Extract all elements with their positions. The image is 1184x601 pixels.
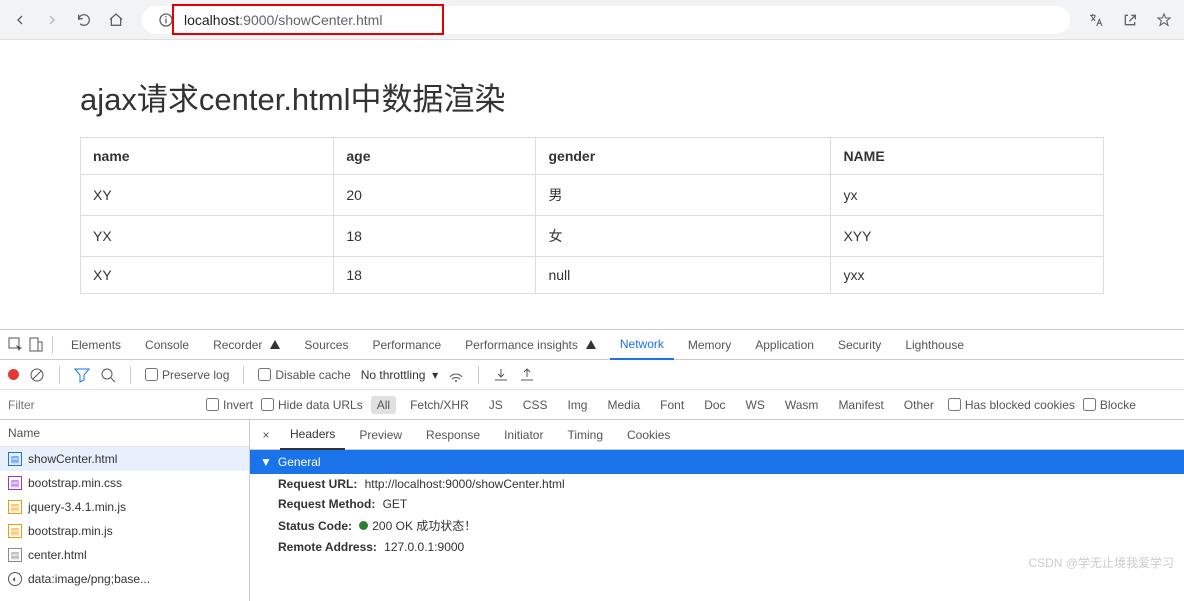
th-name: name — [81, 138, 334, 175]
filter-css[interactable]: CSS — [517, 396, 554, 414]
filter-other[interactable]: Other — [898, 396, 940, 414]
invert-checkbox[interactable]: Invert — [206, 398, 253, 412]
search-icon[interactable] — [100, 367, 116, 383]
detail-tab-timing[interactable]: Timing — [557, 420, 613, 450]
data-table: name age gender NAME XY20男yx YX18女XYY XY… — [80, 137, 1104, 294]
detail-tab-headers[interactable]: Headers — [280, 420, 345, 450]
kv-request-method: Request Method: GET — [250, 494, 1184, 514]
filter-ws[interactable]: WS — [740, 396, 771, 414]
kv-request-url: Request URL: http://localhost:9000/showC… — [250, 474, 1184, 494]
tab-performance[interactable]: Performance — [362, 330, 451, 360]
filter-font[interactable]: Font — [654, 396, 690, 414]
site-info-icon[interactable] — [154, 8, 178, 32]
home-button[interactable] — [104, 8, 128, 32]
address-bar[interactable]: localhost:9000/showCenter.html — [142, 6, 1070, 34]
import-har-icon[interactable] — [493, 367, 509, 383]
tab-recorder[interactable]: Recorder — [203, 330, 290, 360]
tab-perf-insights[interactable]: Performance insights — [455, 330, 606, 360]
request-row[interactable]: ▤bootstrap.min.css — [0, 471, 249, 495]
tab-elements[interactable]: Elements — [61, 330, 131, 360]
filter-img[interactable]: Img — [561, 396, 593, 414]
tab-sources[interactable]: Sources — [294, 330, 358, 360]
request-detail: × Headers Preview Response Initiator Tim… — [250, 420, 1184, 601]
request-row[interactable]: ▤jquery-3.4.1.min.js — [0, 495, 249, 519]
request-row[interactable]: ▤showCenter.html — [0, 447, 249, 471]
filter-input[interactable] — [8, 395, 198, 415]
file-icon: ▤ — [8, 500, 22, 514]
detail-tab-preview[interactable]: Preview — [349, 420, 412, 450]
inspect-icon[interactable] — [8, 337, 24, 353]
detail-tab-response[interactable]: Response — [416, 420, 490, 450]
translate-icon[interactable] — [1084, 8, 1108, 32]
requests-header-name[interactable]: Name — [0, 420, 249, 447]
device-icon[interactable] — [28, 337, 44, 353]
th-NAME: NAME — [831, 138, 1104, 175]
file-icon: ◐ — [8, 572, 22, 586]
bookmark-star-icon[interactable] — [1152, 8, 1176, 32]
filter-doc[interactable]: Doc — [698, 396, 731, 414]
file-icon: ▤ — [8, 452, 22, 466]
table-row: XY18nullyxx — [81, 257, 1104, 294]
url-text: localhost:9000/showCenter.html — [184, 12, 382, 28]
browser-toolbar: localhost:9000/showCenter.html — [0, 0, 1184, 40]
network-conditions-icon[interactable] — [448, 367, 464, 383]
tab-memory[interactable]: Memory — [678, 330, 741, 360]
throttling-select[interactable]: No throttling ▾ — [361, 368, 438, 382]
filter-all[interactable]: All — [371, 396, 396, 414]
blocked-cookies-checkbox[interactable]: Has blocked cookies — [948, 398, 1075, 412]
forward-button[interactable] — [40, 8, 64, 32]
filter-js[interactable]: JS — [483, 396, 509, 414]
preserve-log-checkbox[interactable]: Preserve log — [145, 368, 229, 382]
tab-security[interactable]: Security — [828, 330, 891, 360]
tab-console[interactable]: Console — [135, 330, 199, 360]
reload-button[interactable] — [72, 8, 96, 32]
clear-button[interactable] — [29, 367, 45, 383]
devtools-tabstrip: Elements Console Recorder Sources Perfor… — [0, 330, 1184, 360]
filter-media[interactable]: Media — [601, 396, 646, 414]
export-har-icon[interactable] — [519, 367, 535, 383]
table-row: YX18女XYY — [81, 216, 1104, 257]
file-icon: ▤ — [8, 524, 22, 538]
share-icon[interactable] — [1118, 8, 1142, 32]
back-button[interactable] — [8, 8, 32, 32]
kv-status-code: Status Code: 200 OK 成功状态！ — [250, 514, 1184, 537]
request-row[interactable]: ◐data:image/png;base... — [0, 567, 249, 591]
detail-tab-cookies[interactable]: Cookies — [617, 420, 680, 450]
request-row[interactable]: ▤bootstrap.min.js — [0, 519, 249, 543]
preview-badge-icon — [586, 340, 596, 349]
page-title: ajax请求center.html中数据渲染 — [80, 74, 1104, 119]
th-gender: gender — [536, 138, 831, 175]
filter-fetch[interactable]: Fetch/XHR — [404, 396, 475, 414]
th-age: age — [334, 138, 536, 175]
disable-cache-checkbox[interactable]: Disable cache — [258, 368, 350, 382]
network-toolbar: Preserve log Disable cache No throttling… — [0, 360, 1184, 390]
filter-icon[interactable] — [74, 367, 90, 383]
file-icon: ▤ — [8, 476, 22, 490]
tab-application[interactable]: Application — [745, 330, 824, 360]
record-button[interactable] — [8, 369, 19, 380]
table-row: XY20男yx — [81, 175, 1104, 216]
filter-wasm[interactable]: Wasm — [779, 396, 825, 414]
close-detail-button[interactable]: × — [256, 428, 276, 442]
hide-dataurls-checkbox[interactable]: Hide data URLs — [261, 398, 363, 412]
network-filter-bar: Invert Hide data URLs All Fetch/XHR JS C… — [0, 390, 1184, 420]
request-row[interactable]: ▤center.html — [0, 543, 249, 567]
devtools-panel: Elements Console Recorder Sources Perfor… — [0, 329, 1184, 601]
filter-manifest[interactable]: Manifest — [832, 396, 889, 414]
tab-lighthouse[interactable]: Lighthouse — [895, 330, 974, 360]
tab-network[interactable]: Network — [610, 330, 674, 360]
general-section-header[interactable]: ▼General — [250, 450, 1184, 474]
preview-badge-icon — [270, 340, 280, 349]
kv-remote-address: Remote Address: 127.0.0.1:9000 — [250, 537, 1184, 557]
blocked-requests-checkbox[interactable]: Blocke — [1083, 398, 1136, 412]
status-dot-icon — [359, 521, 368, 530]
file-icon: ▤ — [8, 548, 22, 562]
page-content: ajax请求center.html中数据渲染 name age gender N… — [0, 40, 1184, 304]
request-list: Name ▤showCenter.html ▤bootstrap.min.css… — [0, 420, 250, 601]
detail-tab-initiator[interactable]: Initiator — [494, 420, 553, 450]
